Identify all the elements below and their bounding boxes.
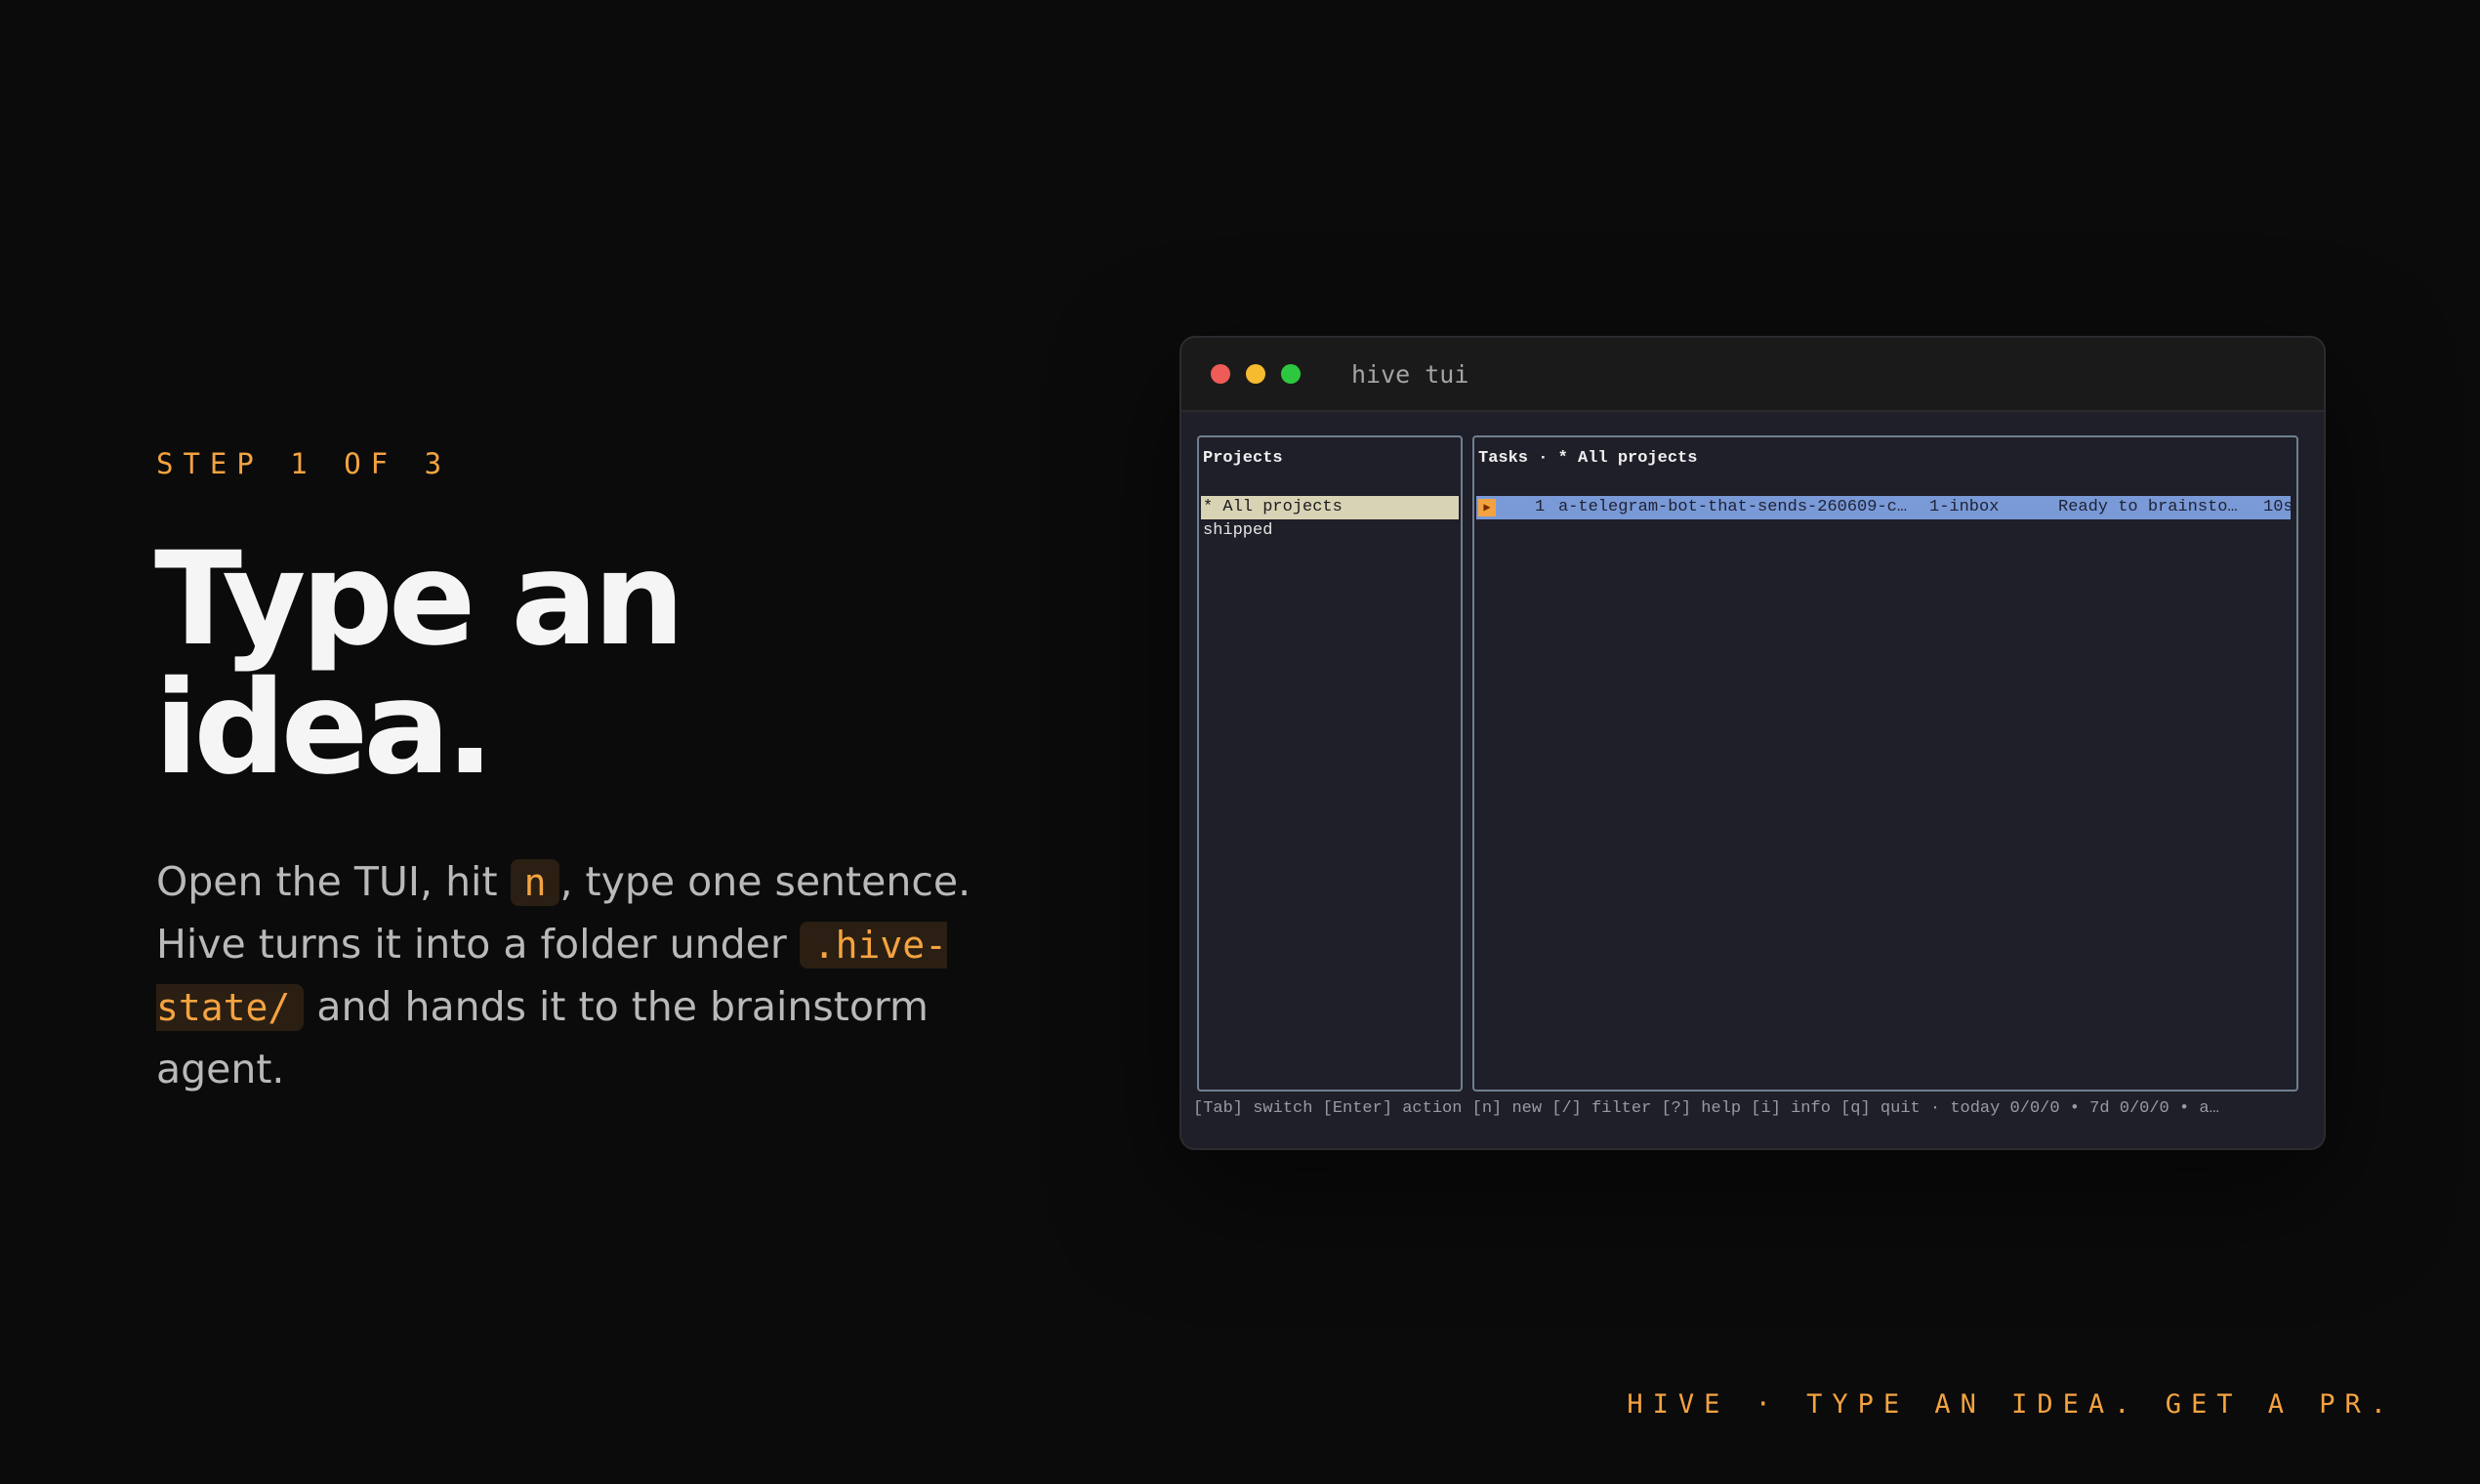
keybinding-status-bar: [Tab] switch [Enter] action [n] new [/] … xyxy=(1193,1099,2219,1118)
projects-pane-title: Projects xyxy=(1203,449,1283,468)
close-window-button[interactable] xyxy=(1211,364,1230,384)
projects-pane[interactable]: Projects * All projects shipped xyxy=(1197,435,1463,1092)
headline: Type an idea. xyxy=(154,535,1033,793)
task-name: a-telegram-bot-that-sends-260609-c… xyxy=(1558,498,1908,516)
terminal-window: hive tui Projects * All projects shipped… xyxy=(1179,336,2326,1150)
task-stage: 1-inbox xyxy=(1929,498,2000,516)
headline-line-2: idea. xyxy=(154,653,494,804)
task-status: Ready to brainsto… xyxy=(2058,498,2238,516)
tasks-pane-title: Tasks · * All projects xyxy=(1478,449,1698,468)
maximize-window-button[interactable] xyxy=(1281,364,1301,384)
play-icon: ▶ xyxy=(1478,499,1496,516)
terminal-content: Projects * All projects shipped Tasks · … xyxy=(1181,412,2324,1148)
window-titlebar: hive tui xyxy=(1181,338,2324,412)
project-item-shipped[interactable]: shipped xyxy=(1201,519,1272,543)
minimize-window-button[interactable] xyxy=(1246,364,1265,384)
description-part-1: Open the TUI, hit xyxy=(156,858,511,905)
window-title: hive tui xyxy=(1351,359,1469,389)
footer-tagline: HIVE · TYPE AN IDEA. GET A PR. xyxy=(1627,1389,2396,1420)
task-row[interactable]: ▶ 1 a-telegram-bot-that-sends-260609-c… … xyxy=(1476,496,2294,519)
step-indicator: STEP 1 OF 3 xyxy=(156,447,452,480)
project-item-all-projects[interactable]: * All projects xyxy=(1201,496,1459,519)
tasks-pane[interactable]: Tasks · * All projects ▶ 1 a-telegram-bo… xyxy=(1472,435,2298,1092)
task-age: 10s xyxy=(2263,498,2294,516)
task-index: 1 xyxy=(1535,498,1546,516)
headline-line-1: Type an xyxy=(154,524,684,675)
key-n-code: n xyxy=(510,859,560,906)
description: Open the TUI, hit n, type one sentence. … xyxy=(156,851,1064,1100)
